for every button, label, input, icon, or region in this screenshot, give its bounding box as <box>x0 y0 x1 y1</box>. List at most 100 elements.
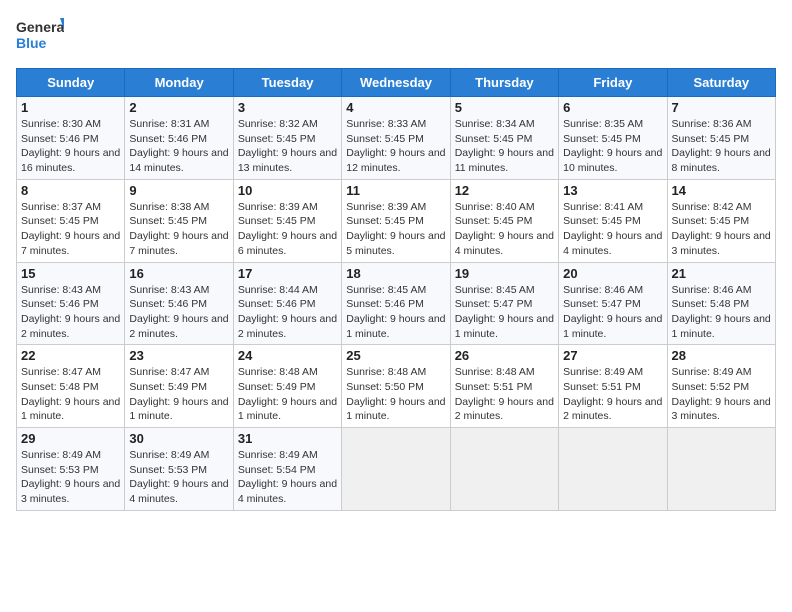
calendar-table: SundayMondayTuesdayWednesdayThursdayFrid… <box>16 68 776 511</box>
calendar-cell: 18 Sunrise: 8:45 AMSunset: 5:46 PMDaylig… <box>342 262 450 345</box>
day-number: 27 <box>563 348 662 363</box>
cell-info: Sunrise: 8:41 AMSunset: 5:45 PMDaylight:… <box>563 201 662 257</box>
header: General Blue <box>16 16 776 60</box>
header-day-saturday: Saturday <box>667 69 775 97</box>
cell-info: Sunrise: 8:31 AMSunset: 5:46 PMDaylight:… <box>129 118 228 174</box>
day-number: 9 <box>129 183 228 198</box>
calendar-cell: 13 Sunrise: 8:41 AMSunset: 5:45 PMDaylig… <box>559 179 667 262</box>
calendar-cell: 8 Sunrise: 8:37 AMSunset: 5:45 PMDayligh… <box>17 179 125 262</box>
week-row-2: 8 Sunrise: 8:37 AMSunset: 5:45 PMDayligh… <box>17 179 776 262</box>
cell-info: Sunrise: 8:49 AMSunset: 5:51 PMDaylight:… <box>563 366 662 422</box>
cell-info: Sunrise: 8:42 AMSunset: 5:45 PMDaylight:… <box>672 201 771 257</box>
day-number: 13 <box>563 183 662 198</box>
cell-info: Sunrise: 8:49 AMSunset: 5:52 PMDaylight:… <box>672 366 771 422</box>
day-number: 7 <box>672 100 771 115</box>
cell-info: Sunrise: 8:36 AMSunset: 5:45 PMDaylight:… <box>672 118 771 174</box>
calendar-cell: 24 Sunrise: 8:48 AMSunset: 5:49 PMDaylig… <box>233 345 341 428</box>
calendar-cell: 28 Sunrise: 8:49 AMSunset: 5:52 PMDaylig… <box>667 345 775 428</box>
cell-info: Sunrise: 8:32 AMSunset: 5:45 PMDaylight:… <box>238 118 337 174</box>
day-number: 12 <box>455 183 554 198</box>
day-number: 28 <box>672 348 771 363</box>
header-day-friday: Friday <box>559 69 667 97</box>
cell-info: Sunrise: 8:37 AMSunset: 5:45 PMDaylight:… <box>21 201 120 257</box>
calendar-cell: 4 Sunrise: 8:33 AMSunset: 5:45 PMDayligh… <box>342 97 450 180</box>
day-number: 26 <box>455 348 554 363</box>
cell-info: Sunrise: 8:39 AMSunset: 5:45 PMDaylight:… <box>346 201 445 257</box>
cell-info: Sunrise: 8:45 AMSunset: 5:46 PMDaylight:… <box>346 284 445 340</box>
cell-info: Sunrise: 8:49 AMSunset: 5:54 PMDaylight:… <box>238 449 337 505</box>
cell-info: Sunrise: 8:44 AMSunset: 5:46 PMDaylight:… <box>238 284 337 340</box>
cell-info: Sunrise: 8:35 AMSunset: 5:45 PMDaylight:… <box>563 118 662 174</box>
calendar-cell: 27 Sunrise: 8:49 AMSunset: 5:51 PMDaylig… <box>559 345 667 428</box>
calendar-cell: 1 Sunrise: 8:30 AMSunset: 5:46 PMDayligh… <box>17 97 125 180</box>
svg-text:Blue: Blue <box>16 35 47 51</box>
calendar-cell <box>559 428 667 511</box>
day-number: 18 <box>346 266 445 281</box>
cell-info: Sunrise: 8:33 AMSunset: 5:45 PMDaylight:… <box>346 118 445 174</box>
day-number: 29 <box>21 431 120 446</box>
calendar-cell: 10 Sunrise: 8:39 AMSunset: 5:45 PMDaylig… <box>233 179 341 262</box>
day-number: 3 <box>238 100 337 115</box>
calendar-cell: 3 Sunrise: 8:32 AMSunset: 5:45 PMDayligh… <box>233 97 341 180</box>
calendar-cell <box>450 428 558 511</box>
day-number: 1 <box>21 100 120 115</box>
cell-info: Sunrise: 8:48 AMSunset: 5:50 PMDaylight:… <box>346 366 445 422</box>
calendar-cell: 14 Sunrise: 8:42 AMSunset: 5:45 PMDaylig… <box>667 179 775 262</box>
day-number: 24 <box>238 348 337 363</box>
calendar-cell <box>342 428 450 511</box>
calendar-cell: 29 Sunrise: 8:49 AMSunset: 5:53 PMDaylig… <box>17 428 125 511</box>
calendar-cell: 30 Sunrise: 8:49 AMSunset: 5:53 PMDaylig… <box>125 428 233 511</box>
cell-info: Sunrise: 8:40 AMSunset: 5:45 PMDaylight:… <box>455 201 554 257</box>
calendar-cell: 20 Sunrise: 8:46 AMSunset: 5:47 PMDaylig… <box>559 262 667 345</box>
calendar-cell: 5 Sunrise: 8:34 AMSunset: 5:45 PMDayligh… <box>450 97 558 180</box>
calendar-cell: 2 Sunrise: 8:31 AMSunset: 5:46 PMDayligh… <box>125 97 233 180</box>
cell-info: Sunrise: 8:38 AMSunset: 5:45 PMDaylight:… <box>129 201 228 257</box>
day-number: 22 <box>21 348 120 363</box>
calendar-cell: 6 Sunrise: 8:35 AMSunset: 5:45 PMDayligh… <box>559 97 667 180</box>
day-number: 25 <box>346 348 445 363</box>
cell-info: Sunrise: 8:48 AMSunset: 5:49 PMDaylight:… <box>238 366 337 422</box>
calendar-cell: 23 Sunrise: 8:47 AMSunset: 5:49 PMDaylig… <box>125 345 233 428</box>
calendar-cell: 26 Sunrise: 8:48 AMSunset: 5:51 PMDaylig… <box>450 345 558 428</box>
header-day-wednesday: Wednesday <box>342 69 450 97</box>
calendar-cell <box>667 428 775 511</box>
day-number: 20 <box>563 266 662 281</box>
svg-text:General: General <box>16 19 64 35</box>
week-row-1: 1 Sunrise: 8:30 AMSunset: 5:46 PMDayligh… <box>17 97 776 180</box>
day-number: 5 <box>455 100 554 115</box>
cell-info: Sunrise: 8:34 AMSunset: 5:45 PMDaylight:… <box>455 118 554 174</box>
cell-info: Sunrise: 8:49 AMSunset: 5:53 PMDaylight:… <box>129 449 228 505</box>
cell-info: Sunrise: 8:43 AMSunset: 5:46 PMDaylight:… <box>129 284 228 340</box>
cell-info: Sunrise: 8:46 AMSunset: 5:48 PMDaylight:… <box>672 284 771 340</box>
calendar-cell: 22 Sunrise: 8:47 AMSunset: 5:48 PMDaylig… <box>17 345 125 428</box>
day-number: 21 <box>672 266 771 281</box>
day-number: 2 <box>129 100 228 115</box>
header-day-sunday: Sunday <box>17 69 125 97</box>
day-number: 8 <box>21 183 120 198</box>
day-number: 11 <box>346 183 445 198</box>
calendar-cell: 17 Sunrise: 8:44 AMSunset: 5:46 PMDaylig… <box>233 262 341 345</box>
calendar-cell: 11 Sunrise: 8:39 AMSunset: 5:45 PMDaylig… <box>342 179 450 262</box>
day-number: 15 <box>21 266 120 281</box>
cell-info: Sunrise: 8:49 AMSunset: 5:53 PMDaylight:… <box>21 449 120 505</box>
calendar-cell: 15 Sunrise: 8:43 AMSunset: 5:46 PMDaylig… <box>17 262 125 345</box>
logo-svg: General Blue <box>16 16 64 60</box>
day-number: 19 <box>455 266 554 281</box>
calendar-cell: 12 Sunrise: 8:40 AMSunset: 5:45 PMDaylig… <box>450 179 558 262</box>
day-number: 30 <box>129 431 228 446</box>
day-number: 10 <box>238 183 337 198</box>
calendar-cell: 19 Sunrise: 8:45 AMSunset: 5:47 PMDaylig… <box>450 262 558 345</box>
cell-info: Sunrise: 8:47 AMSunset: 5:48 PMDaylight:… <box>21 366 120 422</box>
cell-info: Sunrise: 8:45 AMSunset: 5:47 PMDaylight:… <box>455 284 554 340</box>
day-number: 4 <box>346 100 445 115</box>
calendar-cell: 9 Sunrise: 8:38 AMSunset: 5:45 PMDayligh… <box>125 179 233 262</box>
day-number: 6 <box>563 100 662 115</box>
calendar-cell: 21 Sunrise: 8:46 AMSunset: 5:48 PMDaylig… <box>667 262 775 345</box>
week-row-5: 29 Sunrise: 8:49 AMSunset: 5:53 PMDaylig… <box>17 428 776 511</box>
week-row-3: 15 Sunrise: 8:43 AMSunset: 5:46 PMDaylig… <box>17 262 776 345</box>
header-day-monday: Monday <box>125 69 233 97</box>
calendar-cell: 25 Sunrise: 8:48 AMSunset: 5:50 PMDaylig… <box>342 345 450 428</box>
header-day-thursday: Thursday <box>450 69 558 97</box>
day-number: 14 <box>672 183 771 198</box>
header-day-tuesday: Tuesday <box>233 69 341 97</box>
